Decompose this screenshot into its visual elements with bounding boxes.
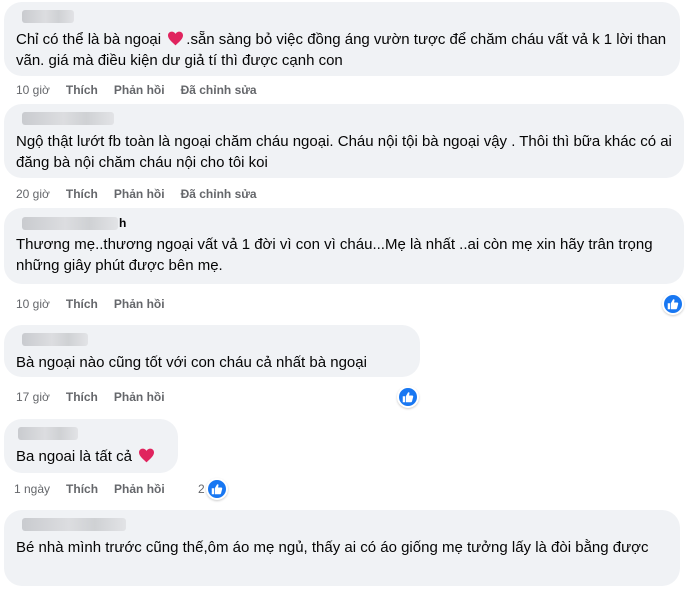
comment-timestamp[interactable]: 20 giờ	[16, 186, 50, 202]
heart-emoji-icon	[139, 448, 155, 463]
comment-text: Ngộ thật lướt fb toàn là ngoại chăm cháu…	[16, 133, 672, 171]
thumbs-up-icon	[402, 392, 414, 403]
like-link[interactable]: Thích	[66, 296, 98, 312]
comment-actions: 17 giờ Thích Phản hồi	[16, 389, 181, 405]
comment-timestamp[interactable]: 10 giờ	[16, 296, 50, 312]
comment-timestamp[interactable]: 17 giờ	[16, 389, 50, 405]
blurred-author-name[interactable]	[22, 112, 114, 125]
blurred-author-name[interactable]	[22, 333, 88, 346]
edited-label[interactable]: Đã chỉnh sửa	[181, 186, 257, 202]
reply-link[interactable]: Phản hồi	[114, 186, 165, 202]
author-name-tail[interactable]: h	[119, 216, 126, 230]
author-row: h	[16, 216, 672, 230]
comment-text: Thương mẹ..thương ngoại vất vả 1 đời vì …	[16, 236, 653, 274]
comment-text-part: Chỉ có thể là bà ngoại	[16, 31, 166, 48]
edited-label[interactable]: Đã chỉnh sửa	[181, 82, 257, 98]
blurred-author-name[interactable]	[22, 518, 126, 531]
comment-text: Bà ngoại nào cũng tốt với con cháu cả nh…	[16, 354, 367, 371]
heart-emoji-icon	[168, 31, 184, 46]
like-reaction-icon[interactable]	[397, 386, 419, 408]
like-link[interactable]: Thích	[66, 389, 98, 405]
like-reaction-icon[interactable]	[662, 293, 684, 315]
comment-actions: 10 giờ Thích Phản hồi Đã chỉnh sửa	[16, 82, 273, 98]
like-link[interactable]: Thích	[66, 481, 98, 497]
like-reaction-icon[interactable]	[206, 478, 228, 500]
comment-timestamp[interactable]: 10 giờ	[16, 82, 50, 98]
thumbs-up-icon	[667, 299, 679, 310]
reply-link[interactable]: Phản hồi	[114, 296, 165, 312]
comment-bubble: Bé nhà mình trước cũng thế,ôm áo mẹ ngủ,…	[4, 510, 680, 586]
comment-actions: 1 ngày Thích Phản hồi	[14, 481, 181, 497]
comment-bubble: Ngộ thật lướt fb toàn là ngoại chăm cháu…	[4, 104, 684, 178]
comment-text: Bé nhà mình trước cũng thế,ôm áo mẹ ngủ,…	[16, 539, 649, 556]
reply-link[interactable]: Phản hồi	[114, 82, 165, 98]
comment-bubble: Ba ngoai là tất cả	[4, 419, 178, 473]
comment-actions: 20 giờ Thích Phản hồi Đã chỉnh sửa	[16, 186, 273, 202]
comment-text: Chỉ có thể là bà ngoại .sẵn sàng bỏ việc…	[16, 29, 668, 71]
reaction-count[interactable]: 2	[198, 482, 205, 496]
comment-text-part: Ba ngoai là tất cả	[16, 448, 137, 465]
comment-text: Ba ngoai là tất cả	[16, 446, 166, 467]
thumbs-up-icon	[211, 484, 223, 495]
comment-timestamp[interactable]: 1 ngày	[14, 481, 50, 497]
comment-bubble: Bà ngoại nào cũng tốt với con cháu cả nh…	[4, 325, 420, 377]
blurred-author-name[interactable]	[18, 427, 78, 440]
blurred-author-name[interactable]	[22, 10, 74, 23]
reply-link[interactable]: Phản hồi	[114, 481, 165, 497]
like-link[interactable]: Thích	[66, 82, 98, 98]
like-link[interactable]: Thích	[66, 186, 98, 202]
comment-bubble: Chỉ có thể là bà ngoại .sẵn sàng bỏ việc…	[4, 2, 680, 76]
blurred-author-name[interactable]	[22, 216, 118, 230]
reply-link[interactable]: Phản hồi	[114, 389, 165, 405]
comment-bubble: h Thương mẹ..thương ngoại vất vả 1 đời v…	[4, 208, 684, 284]
comment-actions: 10 giờ Thích Phản hồi	[16, 296, 181, 312]
